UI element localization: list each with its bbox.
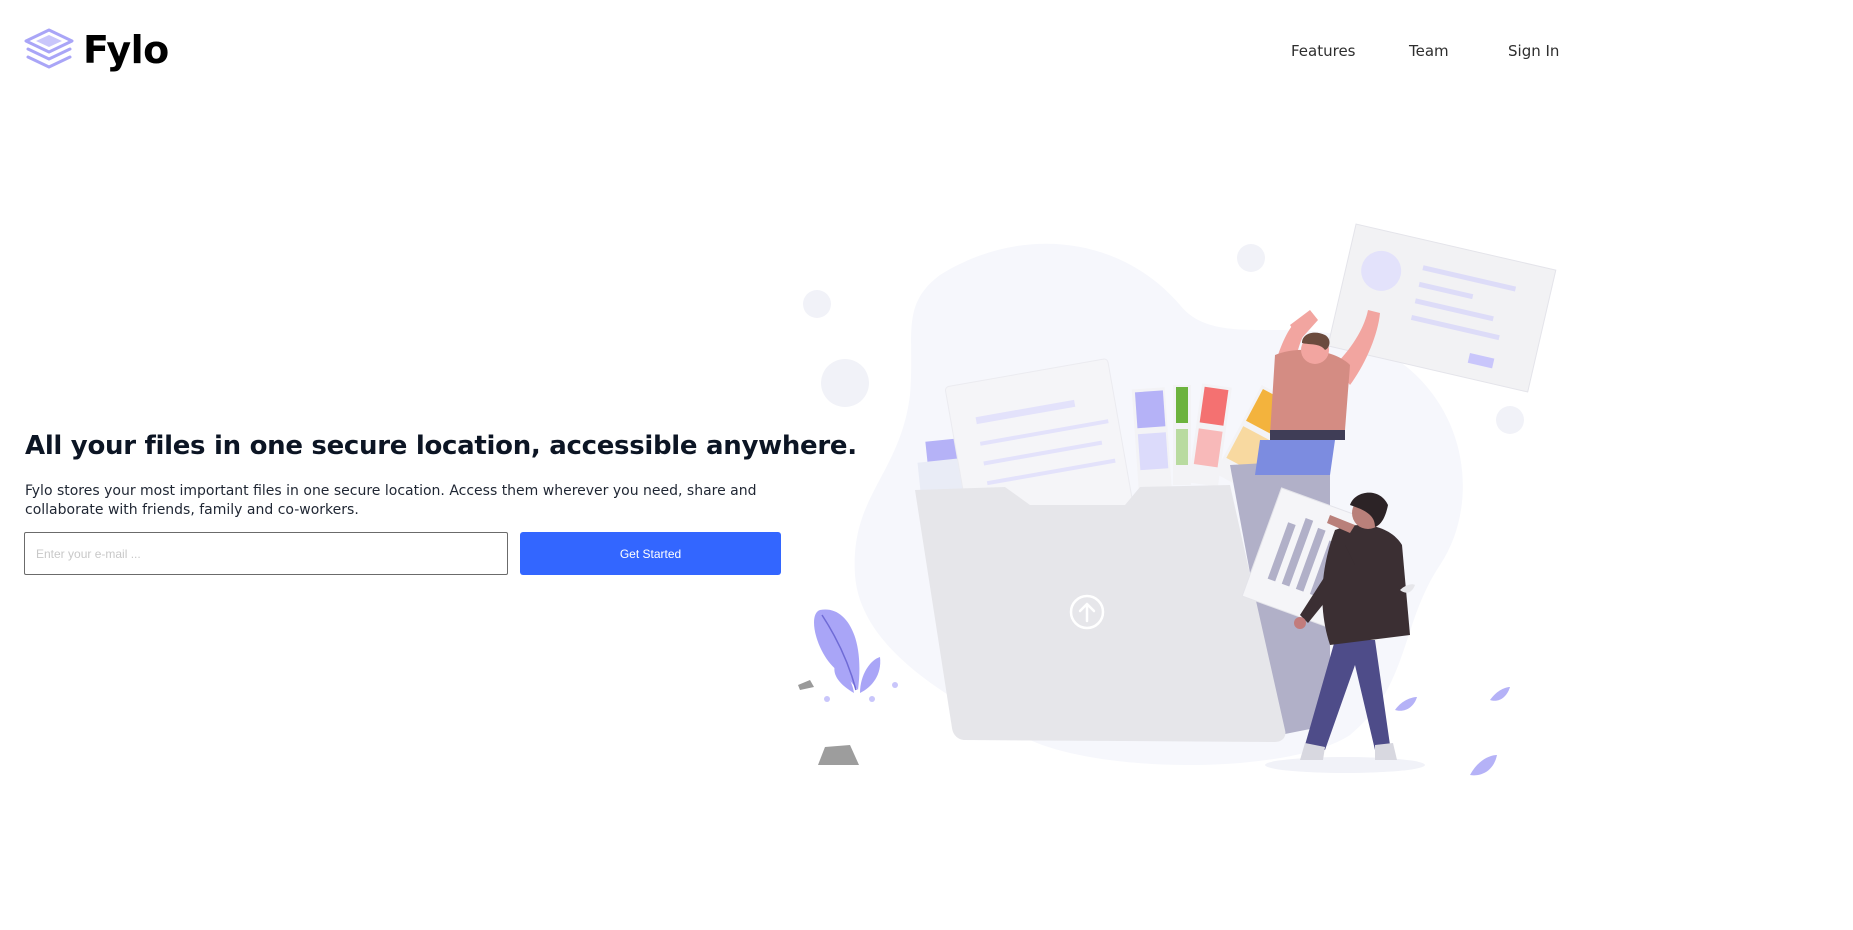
hero-description: Fylo stores your most important files in… — [25, 483, 757, 518]
logo[interactable]: Fylo — [24, 24, 169, 76]
nav-link-team[interactable]: Team — [1409, 42, 1449, 60]
nav-link-features[interactable]: Features — [1291, 42, 1356, 60]
get-started-button[interactable]: Get Started — [520, 532, 781, 575]
hero-section: All your files in one secure location, a… — [25, 428, 857, 520]
email-input[interactable] — [24, 532, 508, 575]
layers-icon — [24, 28, 74, 69]
signup-form: Get Started — [24, 532, 782, 575]
hero-illustration — [790, 215, 1560, 785]
nav-link-sign-in[interactable]: Sign In — [1508, 42, 1559, 60]
brand-name: Fylo — [83, 28, 169, 72]
hero-title: All your files in one secure location, a… — [25, 431, 857, 461]
site-header: Fylo Features Team Sign In — [0, 0, 1853, 100]
